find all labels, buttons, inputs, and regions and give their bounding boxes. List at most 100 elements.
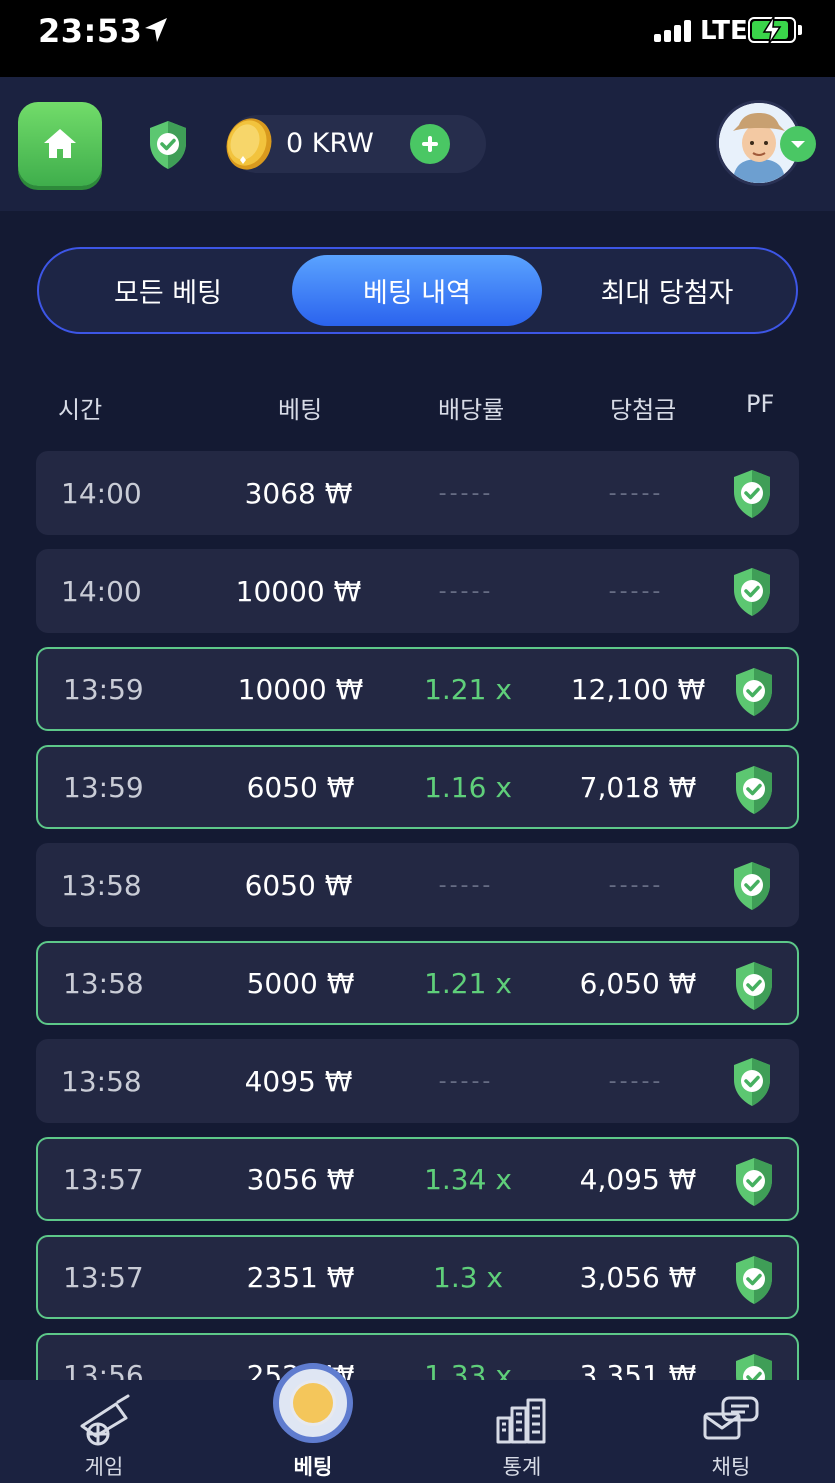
row-winnings: 6,050 ₩ — [579, 966, 697, 1000]
row-bet-amount: 10000 ₩ — [237, 672, 364, 706]
row-pf — [731, 666, 777, 718]
cannon-icon — [80, 1394, 130, 1446]
row-pf — [729, 468, 775, 520]
home-icon — [44, 129, 76, 158]
nav-item-stats[interactable]: 통계 — [452, 1380, 592, 1483]
row-winnings: 4,095 ₩ — [579, 1162, 697, 1196]
bet-history-row[interactable]: 13:58 4095 ₩ ----- ----- — [36, 1039, 799, 1123]
network-label: LTE — [700, 16, 748, 46]
row-multiplier: ----- — [438, 1068, 494, 1094]
row-time: 13:59 — [63, 770, 144, 804]
row-winnings: ----- — [608, 578, 664, 604]
row-multiplier: 1.21 x — [424, 672, 512, 706]
column-header-multiplier: 배당률 — [438, 396, 505, 424]
coin-icon — [226, 118, 272, 170]
row-winnings: ----- — [608, 1068, 664, 1094]
bet-history-row[interactable]: 13:58 6050 ₩ ----- ----- — [36, 843, 799, 927]
column-header-winnings: 당첨금 — [610, 396, 677, 424]
chat-icon — [703, 1396, 759, 1440]
row-pf — [731, 1352, 777, 1380]
row-time: 13:58 — [61, 868, 142, 902]
row-pf — [731, 764, 777, 816]
row-bet-amount: 5000 ₩ — [246, 966, 355, 1000]
row-bet-amount: 4095 ₩ — [244, 1064, 353, 1098]
row-pf — [729, 1056, 775, 1108]
row-multiplier: 1.33 x — [424, 1358, 512, 1381]
row-bet-amount: 2351 ₩ — [246, 1260, 355, 1294]
bet-history-row[interactable]: 13:57 2351 ₩ 1.3 x 3,056 ₩ — [36, 1235, 799, 1319]
nav-label-chat: 채팅 — [711, 1455, 751, 1479]
add-funds-button[interactable] — [410, 124, 450, 164]
nav-item-chat[interactable]: 채팅 — [661, 1380, 801, 1483]
buildings-icon — [496, 1398, 546, 1444]
row-pf — [731, 960, 777, 1012]
profile-dropdown-button[interactable] — [780, 126, 816, 162]
row-multiplier: ----- — [438, 578, 494, 604]
bet-history-row[interactable]: 13:57 3056 ₩ 1.34 x 4,095 ₩ — [36, 1137, 799, 1221]
bet-history-row[interactable]: 14:00 10000 ₩ ----- ----- — [36, 549, 799, 633]
row-time: 13:57 — [63, 1162, 144, 1196]
chevron-down-icon — [791, 141, 805, 148]
bet-history-row[interactable]: 14:00 3068 ₩ ----- ----- — [36, 451, 799, 535]
tab-top-winners[interactable]: 최대 당첨자 — [542, 255, 792, 326]
row-time: 13:58 — [61, 1064, 142, 1098]
row-winnings: 7,018 ₩ — [579, 770, 697, 804]
row-winnings: ----- — [608, 872, 664, 898]
location-arrow-icon — [145, 18, 167, 42]
provably-fair-shield-icon[interactable] — [146, 119, 190, 171]
nav-label-bets: 베팅 — [293, 1455, 333, 1479]
bet-history-row[interactable]: 13:59 10000 ₩ 1.21 x 12,100 ₩ — [36, 647, 799, 731]
pf-shield-icon[interactable] — [729, 860, 775, 912]
pf-shield-icon[interactable] — [731, 1156, 777, 1208]
column-header-pf: PF — [746, 390, 775, 418]
row-bet-amount: 3056 ₩ — [246, 1162, 355, 1196]
row-winnings: 12,100 ₩ — [570, 672, 706, 706]
pf-shield-icon[interactable] — [731, 1352, 777, 1380]
pf-shield-icon[interactable] — [731, 960, 777, 1012]
nav-item-game[interactable]: 게임 — [34, 1380, 174, 1483]
bet-history-row[interactable]: 13:58 5000 ₩ 1.21 x 6,050 ₩ — [36, 941, 799, 1025]
bottom-nav: 게임 베팅 통계 채팅 — [0, 1380, 835, 1483]
nav-label-stats: 통계 — [502, 1455, 542, 1479]
signal-icon — [654, 20, 694, 42]
row-time: 13:56 — [63, 1358, 144, 1381]
pf-shield-icon[interactable] — [731, 764, 777, 816]
row-pf — [731, 1254, 777, 1306]
bet-history-row[interactable]: 13:56 2520 ₩1.33 x 3,351 ₩ — [36, 1333, 799, 1380]
row-bet-amount: 3068 ₩ — [244, 476, 353, 510]
balance-amount: 0 KRW — [286, 128, 374, 159]
row-time: 14:00 — [61, 574, 142, 608]
status-bar: 23:53 LTE — [0, 0, 835, 77]
pf-shield-icon[interactable] — [729, 468, 775, 520]
pf-shield-icon[interactable] — [731, 1254, 777, 1306]
nav-label-game: 게임 — [84, 1455, 124, 1479]
row-multiplier: 1.34 x — [424, 1162, 512, 1196]
pf-shield-icon[interactable] — [731, 666, 777, 718]
row-pf — [731, 1156, 777, 1208]
row-multiplier: ----- — [438, 480, 494, 506]
row-winnings: 3,056 ₩ — [579, 1260, 697, 1294]
bet-tabs: 모든 베팅 베팅 내역 최대 당첨자 — [37, 247, 798, 334]
row-time: 13:58 — [63, 966, 144, 1000]
row-multiplier: 1.21 x — [424, 966, 512, 1000]
column-header-time: 시간 — [58, 396, 103, 424]
row-pf — [729, 860, 775, 912]
pf-shield-icon[interactable] — [729, 566, 775, 618]
row-bet-amount: 6050 ₩ — [246, 770, 355, 804]
status-time: 23:53 — [38, 12, 143, 50]
bet-history-list: 14:00 3068 ₩ ----- ----- 14:00 10000 ₩ ----- --… — [0, 440, 835, 1380]
chip-icon[interactable] — [273, 1363, 353, 1443]
pf-shield-icon[interactable] — [729, 1056, 775, 1108]
tab-all-bets[interactable]: 모든 베팅 — [43, 255, 293, 326]
home-button[interactable] — [18, 102, 102, 186]
row-winnings: 3,351 ₩ — [579, 1358, 697, 1381]
row-multiplier: 1.3 x — [433, 1260, 503, 1294]
bet-history-row[interactable]: 13:59 6050 ₩ 1.16 x 7,018 ₩ — [36, 745, 799, 829]
row-multiplier: ----- — [438, 872, 494, 898]
row-time: 13:57 — [63, 1260, 144, 1294]
row-time: 13:59 — [63, 672, 144, 706]
row-bet-amount: 10000 ₩ — [235, 574, 362, 608]
row-winnings: ----- — [608, 480, 664, 506]
tab-bet-history[interactable]: 베팅 내역 — [292, 255, 542, 326]
charging-bolt-icon — [762, 15, 782, 45]
